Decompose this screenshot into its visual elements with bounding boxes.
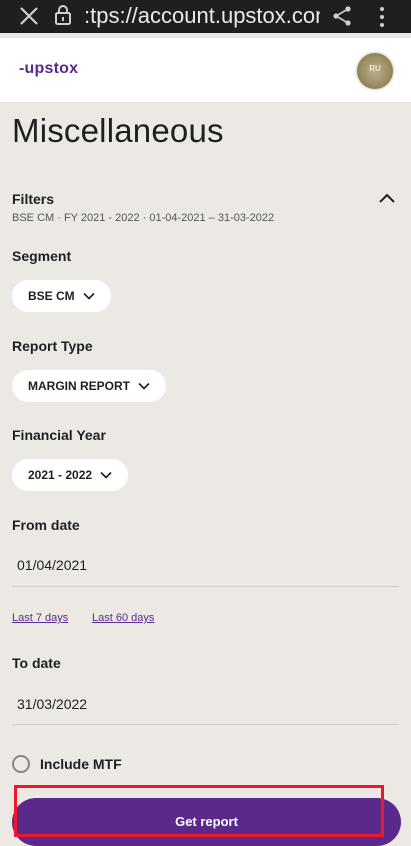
filters-summary: BSE CM · FY 2021 - 2022 · 01-04-2021 – 3… [12, 212, 275, 224]
to-date-input[interactable]: 31/03/2022 [17, 696, 87, 712]
avatar[interactable]: RU [357, 53, 393, 89]
chevron-down-icon [100, 471, 112, 479]
segment-label: Segment [12, 248, 72, 264]
highlight-box [14, 785, 384, 837]
to-date-underline [12, 724, 399, 725]
lock-icon [55, 5, 71, 25]
segment-value: BSE CM [28, 289, 75, 303]
chevron-down-icon [83, 292, 95, 300]
last-60-days-link[interactable]: Last 60 days [92, 612, 154, 624]
filters-heading[interactable]: Filters [12, 191, 54, 207]
report-type-dropdown[interactable]: MARGIN REPORT [12, 370, 166, 402]
include-mtf-radio[interactable] [12, 755, 30, 773]
upstox-logo[interactable]: -upstox [19, 60, 78, 78]
from-date-underline [12, 586, 399, 587]
report-type-label: Report Type [12, 338, 93, 354]
app-header: -upstox RU [0, 38, 411, 103]
more-vert-icon[interactable] [375, 6, 389, 28]
from-date-input[interactable]: 01/04/2021 [17, 557, 87, 573]
avatar-initials: RU [369, 64, 381, 73]
from-date-label: From date [12, 517, 80, 533]
share-icon[interactable] [331, 5, 353, 27]
logo-text: upstox [24, 60, 79, 77]
page-title: Miscellaneous [12, 112, 224, 149]
financial-year-label: Financial Year [12, 427, 106, 443]
financial-year-dropdown[interactable]: 2021 - 2022 [12, 459, 129, 491]
close-icon[interactable] [18, 5, 40, 27]
to-date-label: To date [12, 655, 61, 671]
address-bar[interactable]: :tps://account.upstox.com/r [84, 3, 320, 29]
chevron-down-icon [138, 382, 150, 390]
chevron-up-icon[interactable] [377, 190, 397, 206]
last-7-days-link[interactable]: Last 7 days [12, 612, 68, 624]
include-mtf-label: Include MTF [40, 756, 122, 772]
report-type-value: MARGIN REPORT [28, 379, 130, 393]
segment-dropdown[interactable]: BSE CM [12, 280, 111, 312]
financial-year-value: 2021 - 2022 [28, 468, 93, 482]
include-mtf-option[interactable]: Include MTF [12, 755, 122, 773]
browser-toolbar: :tps://account.upstox.com/r [0, 0, 411, 33]
